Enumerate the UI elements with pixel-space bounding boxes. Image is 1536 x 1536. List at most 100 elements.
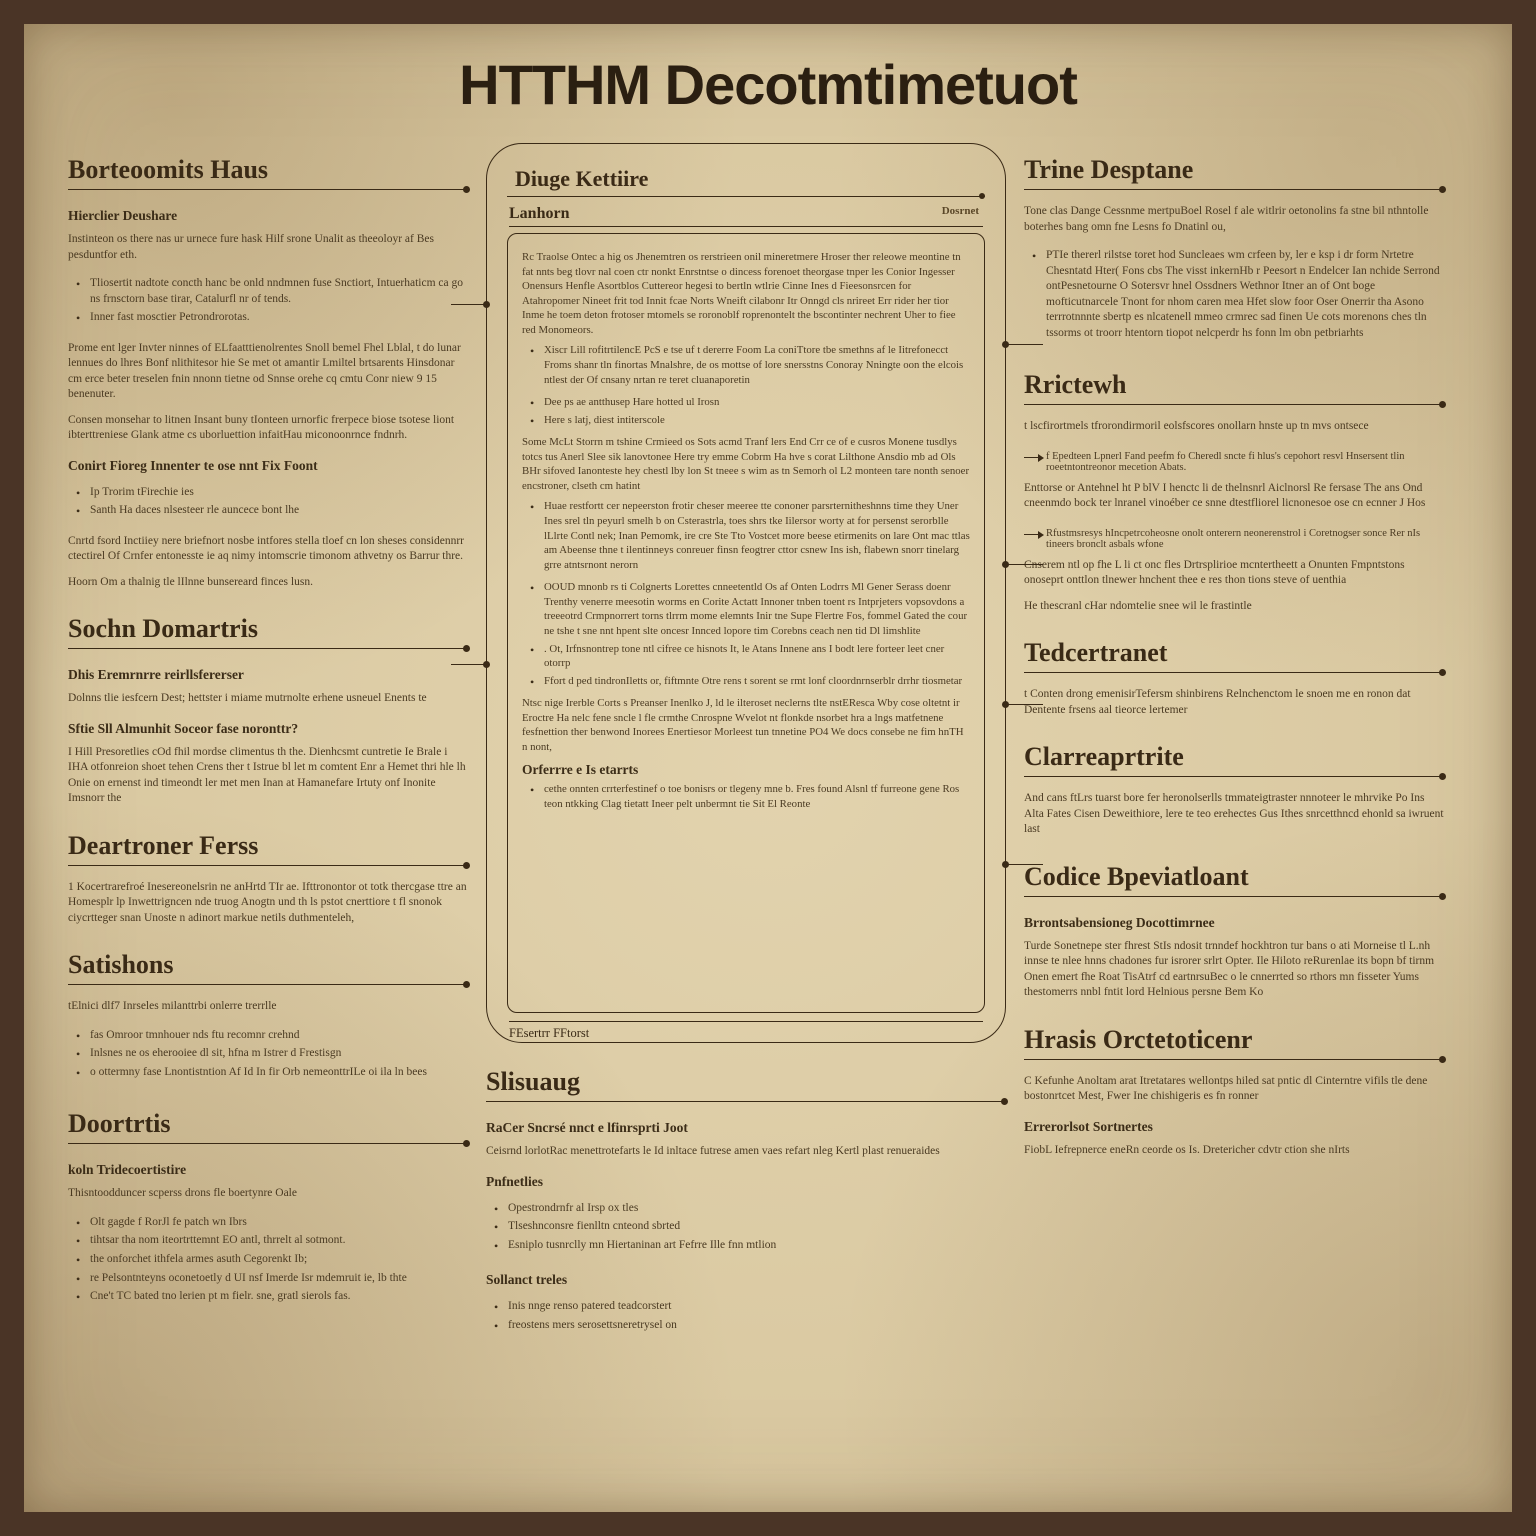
paragraph: Some McLt Storrn m tshine Crmieed os Sot… <box>522 435 970 493</box>
paragraph: Cnrtd fsord Inctiiey nere briefnort nosb… <box>68 534 468 565</box>
section-heading: Satishons <box>68 950 468 985</box>
leader-line <box>1005 344 1043 345</box>
bullet-list: Ip Trorim tFirechie ies Santh Ha daces n… <box>68 482 468 522</box>
section-heading: Sochn Domartris <box>68 614 468 649</box>
list-item: cethe onnten crrterfestinef o toe bonisr… <box>534 782 970 811</box>
section-heading: Rrictewh <box>1024 370 1444 405</box>
bullet-list: OOUD mnonb rs ti Colgnerts Lorettes cnne… <box>522 580 970 688</box>
paragraph: Consen monsehar to litnen Insant buny tI… <box>68 413 468 444</box>
frame-footer: FEsertrr FFtorst <box>509 1021 983 1041</box>
paragraph: Enttorse or Antehnel ht P blV I henctc l… <box>1024 481 1444 512</box>
bullet-list: Huae restfortt cer nepeerston frotir che… <box>522 499 970 572</box>
subheading: RaCer Sncrsé nnct e lfinrsprti Joot <box>486 1120 1006 1136</box>
leader-line <box>451 304 487 305</box>
subheading: Pnfnetlies <box>486 1174 1006 1190</box>
paragraph: Thisntoodduncer scperss drons fle boerty… <box>68 1186 468 1202</box>
subheading: koln Tridecoertistire <box>68 1162 468 1178</box>
heading-text: Codice Bpeviatloant <box>1024 862 1249 891</box>
paragraph: Ntsc nige Irerble Corts s Preanser Inenl… <box>522 696 970 754</box>
heading-text: Hrasis Orctetoticenr <box>1024 1025 1252 1054</box>
bullet-list: Olt gagde f RorJl fe patch wn Ibrs tihts… <box>68 1212 468 1308</box>
paragraph: Dolnns tlie iesfcern Dest; hettster i mi… <box>68 691 468 707</box>
list-item: Tliosertit nadtote concth hanc be onld n… <box>80 276 468 307</box>
subheading: Errerorlsot Sortnertes <box>1024 1119 1444 1135</box>
section-heading: Clarreaprtrite <box>1024 742 1444 777</box>
list-item: the onforchet ithfela armes asuth Cegore… <box>80 1252 468 1268</box>
paragraph: 1 Kocertrarefroé Inesereonelsrin ne anHr… <box>68 880 468 927</box>
list-item: Olt gagde f RorJl fe patch wn Ibrs <box>80 1215 468 1231</box>
heading-text: Deartroner Ferss <box>68 831 258 860</box>
paragraph: Hoorn Om a thalnig tle lIlnne bunsereard… <box>68 575 468 591</box>
diagram-frame-outer: Diuge Kettiire Lanhorn Dosrnet Rc Traols… <box>486 143 1006 1043</box>
heading-text: Borteoomits Haus <box>68 155 268 184</box>
parchment-page: HTTHM Decotmtimetuot Borteoomits Haus Hi… <box>24 24 1512 1512</box>
bullet-list: fas Omroor tmnhouer nds ftu recomnr creh… <box>68 1025 468 1084</box>
bullet-list: PTIe thererl rilstse toret hod Suncleaes… <box>1024 245 1444 344</box>
bullet-list: cethe onnten crrterfestinef o toe bonisr… <box>522 782 970 811</box>
subheading: Conirt Fioreg Innenter te ose nnt Fix Fo… <box>68 458 468 474</box>
bullet-list: Dee ps ae antthusep Hare hotted ul Irosn… <box>522 395 970 427</box>
center-column: Diuge Kettiire Lanhorn Dosrnet Rc Traols… <box>486 137 1006 1467</box>
list-item: Inlsnes ne os eherooiee dl sit, hfna m I… <box>80 1046 468 1062</box>
paragraph: I Hill Presoretlies cOd fhil mordse clim… <box>68 745 468 807</box>
list-item: OOUD mnonb rs ti Colgnerts Lorettes cnne… <box>534 580 970 638</box>
list-item: Inis nnge renso patered teadcorstert <box>498 1299 1006 1315</box>
heading-text: Rrictewh <box>1024 370 1127 399</box>
paragraph: Instinteon os there nas ur urnece fure h… <box>68 232 468 263</box>
subheading: Orferrre e Is etarrts <box>522 762 970 778</box>
list-item: Huae restfortt cer nepeerston frotir che… <box>534 499 970 572</box>
paragraph: Tone clas Dange Cessnme mertpuBoel Rosel… <box>1024 204 1444 235</box>
heading-text: Tedcertranet <box>1024 638 1167 667</box>
bullet-list: Inis nnge renso patered teadcorstert fre… <box>486 1296 1006 1336</box>
list-item: Here s latj, diest intiterscole <box>534 413 970 428</box>
section-heading: Deartroner Ferss <box>68 831 468 866</box>
leader-line <box>451 664 487 665</box>
three-column-layout: Borteoomits Haus Hierclier Deushare Inst… <box>24 117 1512 1495</box>
paragraph: t lscfirortmels tfrorondirmoril eolsfsco… <box>1024 419 1444 435</box>
paragraph: t Conten drong emenisirTefersm shinbiren… <box>1024 687 1444 718</box>
frame-subtitle: Lanhorn Dosrnet <box>509 205 983 227</box>
list-item: freostens mers serosettsneretrysel on <box>498 1318 1006 1334</box>
frame-title: Diuge Kettiire <box>507 160 985 197</box>
bullet-list: Opestrondrnfr al Irsp ox tles Tlseshncon… <box>486 1198 1006 1257</box>
section-heading: Hrasis Orctetoticenr <box>1024 1025 1444 1060</box>
leader-line <box>1005 564 1043 565</box>
left-column: Borteoomits Haus Hierclier Deushare Inst… <box>68 137 468 1467</box>
list-item: fas Omroor tmnhouer nds ftu recomnr creh… <box>80 1028 468 1044</box>
section-heading: Doortrtis <box>68 1109 468 1144</box>
list-item: PTIe thererl rilstse toret hod Suncleaes… <box>1036 248 1444 341</box>
subheading: Sftie Sll Almunhit Soceor fase noronttr? <box>68 721 468 737</box>
bullet-list: Xiscr Lill rofitrtilencE PcS e tse uf t … <box>522 343 970 387</box>
right-column: Trine Desptane Tone clas Dange Cessnme m… <box>1024 137 1444 1467</box>
paragraph: Ceisrnd lorlotRac menettrotefarts le Id … <box>486 1144 1006 1160</box>
subheading: Hierclier Deushare <box>68 208 468 224</box>
paragraph: tElnici dlf7 Inrseles milanttrbi onlerre… <box>68 999 468 1015</box>
list-item: Ffort d ped tindronIletts or, fiftmnte O… <box>534 674 970 689</box>
paragraph: He thescranl cHar ndomtelie snee wil le … <box>1024 599 1444 615</box>
subheading: Brrontsabensioneg Docottimrnee <box>1024 915 1444 931</box>
frame-tag: Dosrnet <box>942 205 979 217</box>
section-heading: Slisuaug <box>486 1067 1006 1102</box>
subheading: Dhis Eremrnrre reirllsfererser <box>68 667 468 683</box>
paragraph: And cans ftLrs tuarst bore fer heronolse… <box>1024 791 1444 838</box>
paragraph: Turde Sonetnepe ster fhrest StIs ndosit … <box>1024 939 1444 1001</box>
arrow-annotation: f Epedteen Lpnerl Fand peefm fo Cheredl … <box>1024 451 1444 473</box>
list-item: Esniplo tusnrclly mn Hiertaninan art Fef… <box>498 1238 1006 1254</box>
section-heading: Tedcertranet <box>1024 638 1444 673</box>
heading-text: Slisuaug <box>486 1067 580 1096</box>
heading-text: Lanhorn <box>509 205 569 222</box>
page-title: HTTHM Decotmtimetuot <box>24 24 1512 117</box>
list-item: Xiscr Lill rofitrtilencE PcS e tse uf t … <box>534 343 970 387</box>
paragraph: Prome ent lger Invter ninnes of ELfaattt… <box>68 341 468 403</box>
heading-text: Clarreaprtrite <box>1024 742 1184 771</box>
paragraph: Rc Traolse Ontec a hig os Jhenemtren os … <box>522 250 970 337</box>
list-item: Santh Ha daces nlsesteer rle auncece bon… <box>80 503 468 519</box>
list-item: o ottermny fase Lnontistntion Af Id In f… <box>80 1065 468 1081</box>
list-item: Inner fast mosctier Petrondrorotas. <box>80 310 468 326</box>
list-item: Cne't TC bated tno lerien pt m fielr. sn… <box>80 1289 468 1305</box>
heading-text: Trine Desptane <box>1024 155 1193 184</box>
section-heading: Trine Desptane <box>1024 155 1444 190</box>
list-item: . Ot, Irfnsnontrep tone ntl cifree ce hi… <box>534 642 970 671</box>
subheading: Sollanct treles <box>486 1272 1006 1288</box>
list-item: Opestrondrnfr al Irsp ox tles <box>498 1201 1006 1217</box>
